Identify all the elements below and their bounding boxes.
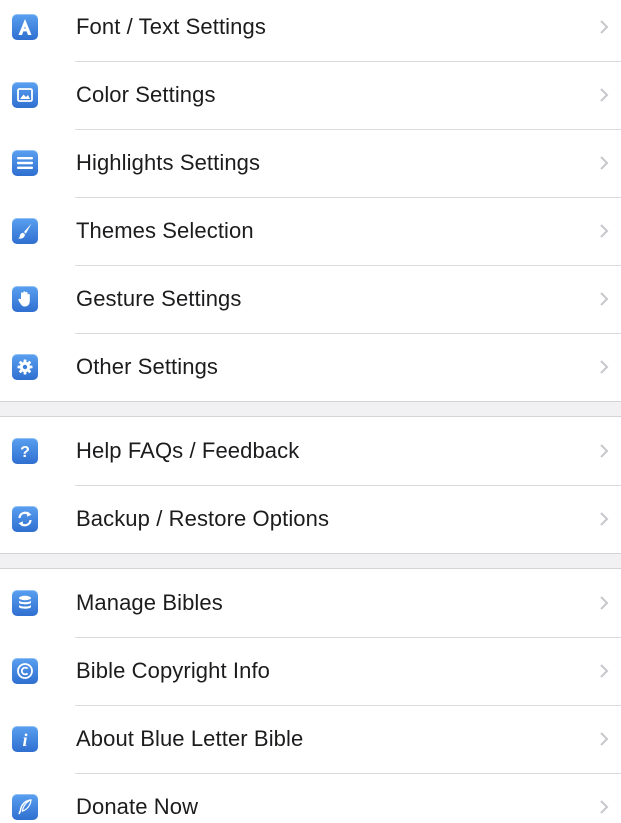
menu-item-other-settings[interactable]: Other Settings	[0, 333, 621, 401]
menu-item-gesture-settings[interactable]: Gesture Settings	[0, 265, 621, 333]
menu-item-about-blue-letter-bible[interactable]: i About Blue Letter Bible	[0, 705, 621, 773]
chevron-right-icon	[600, 224, 609, 238]
color-picture-icon	[12, 82, 38, 108]
menu-item-label: Gesture Settings	[76, 286, 242, 311]
menu-item-label: About Blue Letter Bible	[76, 726, 304, 751]
chevron-right-icon	[600, 292, 609, 306]
menu-item-manage-bibles[interactable]: Manage Bibles	[0, 569, 621, 637]
menu-item-color-settings[interactable]: Color Settings	[0, 61, 621, 129]
chevron-right-icon	[600, 596, 609, 610]
menu-item-backup-restore-options[interactable]: Backup / Restore Options	[0, 485, 621, 553]
question-icon: ?	[12, 438, 38, 464]
menu-item-label: Other Settings	[76, 354, 219, 379]
menu-item-label: Help FAQs / Feedback	[76, 438, 300, 463]
copyright-icon	[12, 658, 38, 684]
menu-item-label: Donate Now	[76, 794, 199, 819]
sync-arrows-icon	[12, 506, 38, 532]
info-icon: i	[12, 726, 38, 752]
chevron-right-icon	[600, 512, 609, 526]
menu-item-label: Bible Copyright Info	[76, 658, 270, 683]
feather-icon	[12, 794, 38, 820]
chevron-right-icon	[600, 360, 609, 374]
chevron-right-icon	[600, 88, 609, 102]
highlight-lines-icon	[12, 150, 38, 176]
menu-item-label: Backup / Restore Options	[76, 506, 330, 531]
menu-item-help-faqs-feedback[interactable]: ? Help FAQs / Feedback	[0, 417, 621, 485]
menu-item-highlights-settings[interactable]: Highlights Settings	[0, 129, 621, 197]
settings-group-display: Font / Text Settings Color Settings High…	[0, 0, 621, 402]
menu-item-label: Color Settings	[76, 82, 216, 107]
brush-icon	[12, 218, 38, 244]
settings-group-support: ? Help FAQs / Feedback Backup / Restore …	[0, 416, 621, 554]
chevron-right-icon	[600, 20, 609, 34]
chevron-right-icon	[600, 156, 609, 170]
chevron-right-icon	[600, 444, 609, 458]
chevron-right-icon	[600, 732, 609, 746]
menu-item-bible-copyright-info[interactable]: Bible Copyright Info	[0, 637, 621, 705]
gear-icon	[12, 354, 38, 380]
menu-item-font-text-settings[interactable]: Font / Text Settings	[0, 0, 621, 61]
svg-text:?: ?	[20, 444, 30, 461]
chevron-right-icon	[600, 800, 609, 814]
svg-text:i: i	[22, 730, 27, 749]
chevron-right-icon	[600, 664, 609, 678]
database-icon	[12, 590, 38, 616]
menu-item-label: Manage Bibles	[76, 590, 223, 615]
menu-item-label: Highlights Settings	[76, 150, 261, 175]
font-a-icon	[12, 14, 38, 40]
menu-item-label: Themes Selection	[76, 218, 254, 243]
settings-group-bibles: Manage Bibles Bible Copyright Info i Abo…	[0, 568, 621, 823]
hand-icon	[12, 286, 38, 312]
menu-item-themes-selection[interactable]: Themes Selection	[0, 197, 621, 265]
settings-screen: Font / Text Settings Color Settings High…	[0, 0, 621, 823]
menu-item-label: Font / Text Settings	[76, 14, 266, 39]
menu-item-donate-now[interactable]: Donate Now	[0, 773, 621, 823]
